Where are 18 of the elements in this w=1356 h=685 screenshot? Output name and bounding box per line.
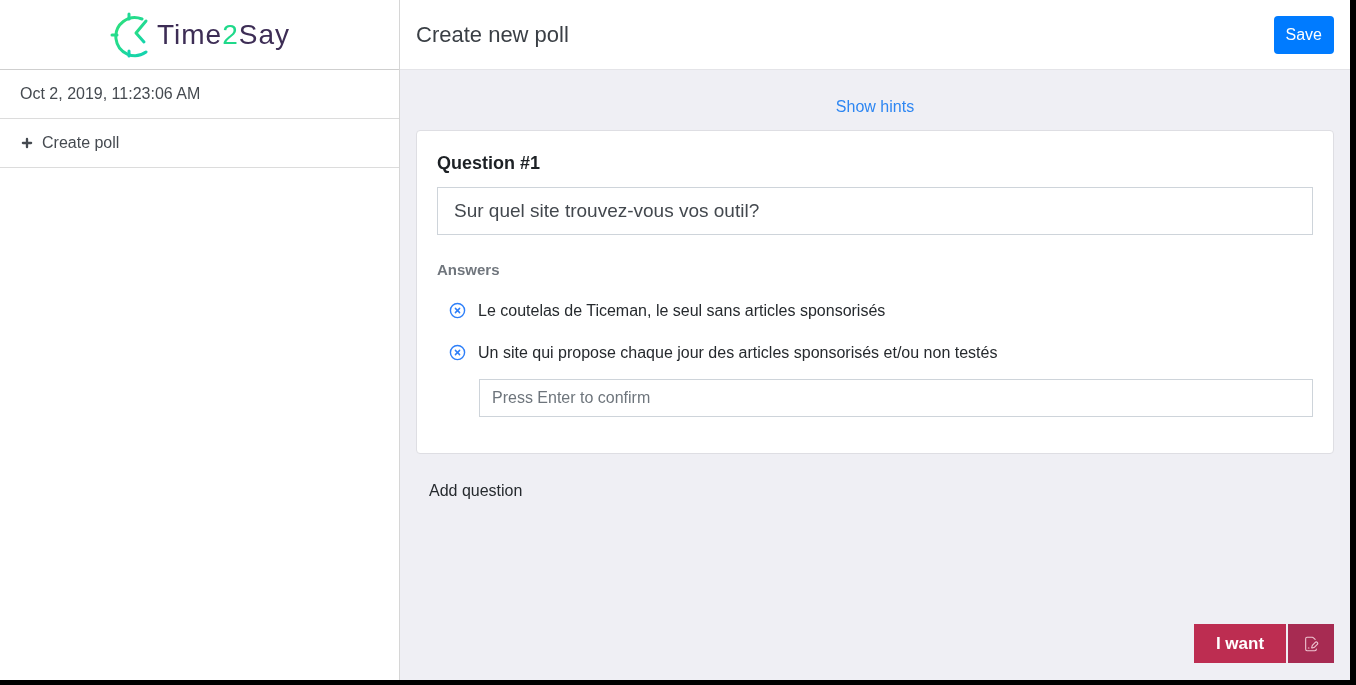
plus-icon	[20, 136, 34, 150]
question-heading: Question #1	[437, 152, 542, 175]
remove-answer-icon[interactable]	[449, 344, 466, 361]
document-pencil-icon	[1303, 635, 1319, 652]
page-title: Create new poll	[416, 21, 569, 49]
answer-text: Un site qui propose chaque jour des articles sponsorisés et/ou non testés	[478, 342, 998, 363]
add-question-link[interactable]: Add question	[429, 481, 523, 499]
logo-text: Time2Say	[157, 20, 290, 49]
answers-label: Answers	[437, 260, 501, 280]
answer-text: Le coutelas de Ticeman, le seul sans articles sponsorisés	[478, 300, 886, 321]
timestamp-text: Oct 2, 2019, 11:23:06 AM	[20, 84, 201, 104]
new-answer-field[interactable]: Press Enter to confirm	[479, 378, 1313, 417]
save-button[interactable]: Save	[1273, 15, 1334, 54]
i-want-button[interactable]: I want	[1194, 624, 1286, 663]
create-poll-item[interactable]: Create poll	[0, 119, 399, 168]
remove-answer-icon[interactable]	[449, 302, 466, 319]
note-edit-button[interactable]	[1288, 624, 1334, 663]
question-field[interactable]: Sur quel site trouvez-vous vos outil?	[437, 187, 1313, 235]
